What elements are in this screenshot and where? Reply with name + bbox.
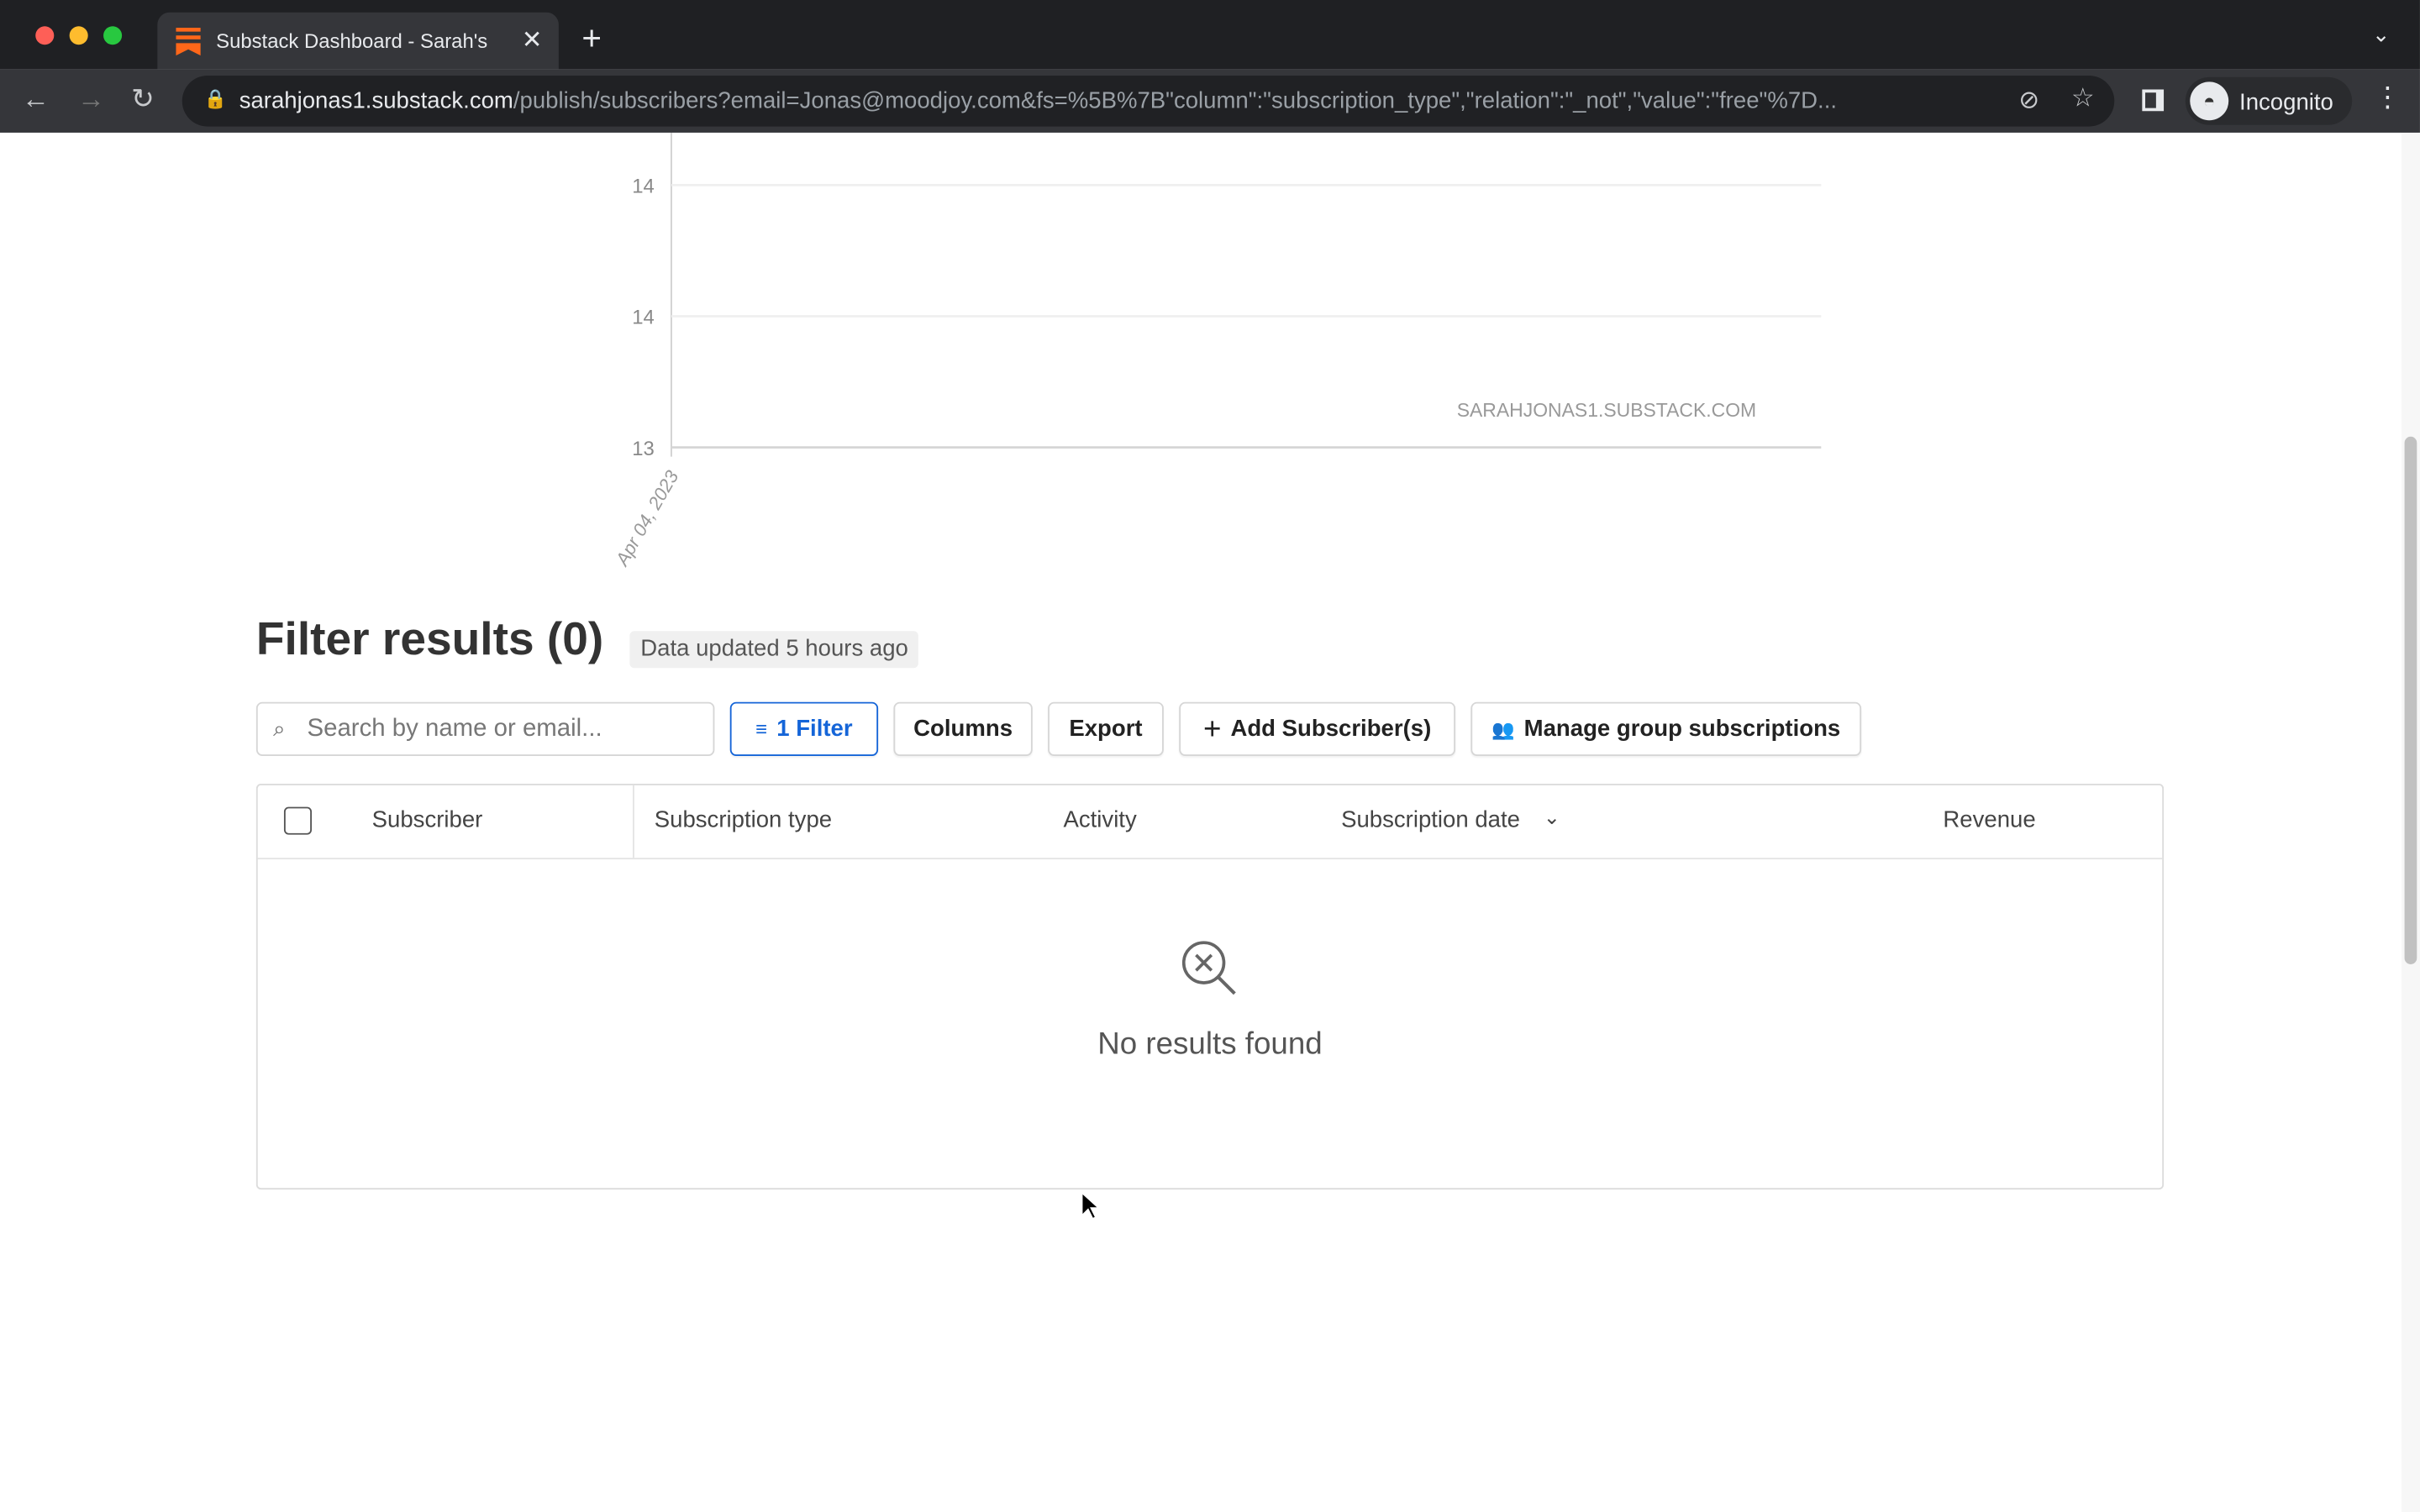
data-updated-badge: Data updated 5 hours ago (629, 631, 919, 669)
page-title: Filter results (0) (255, 614, 604, 665)
column-header-subscriber[interactable]: Subscriber (372, 807, 483, 833)
tab-bar: Substack Dashboard - Sarah's ✕ + ⌄ (0, 0, 2420, 70)
no-results-search-x-icon (1181, 941, 1236, 995)
header-divider (257, 858, 2163, 860)
url-host: sarahjonas1.substack.com (239, 87, 513, 114)
column-header-activity[interactable]: Activity (1063, 807, 1136, 833)
reload-icon[interactable]: ↻ (131, 83, 155, 116)
columns-button[interactable]: Columns (893, 701, 1033, 756)
column-header-revenue[interactable]: Revenue (1943, 807, 2035, 833)
incognito-profile-button[interactable]: ◓ Incognito (2185, 76, 2353, 125)
tab-title: Substack Dashboard - Sarah's (216, 29, 488, 53)
search-input[interactable]: ⌕ Search by name or email... (255, 701, 715, 756)
address-row: ← → ↻ 🔒 sarahjonas1.substack.com/publish… (0, 69, 2420, 133)
vertical-scrollbar[interactable] (2401, 132, 2420, 1512)
manage-group-subscriptions-button[interactable]: 👥 Manage group subscriptions (1470, 701, 1862, 756)
export-button[interactable]: Export (1048, 701, 1164, 756)
plus-icon: + (1202, 711, 1222, 747)
add-subscriber-button[interactable]: + Add Subscriber(s) (1179, 701, 1456, 756)
filter-label: 1 Filter (776, 716, 853, 743)
address-bar[interactable]: 🔒 sarahjonas1.substack.com/publish/subsc… (182, 75, 2115, 127)
new-tab-icon[interactable]: + (581, 18, 602, 59)
subscriber-chart: 14 14 13 SARAHJONAS1.SUBSTACK.COM Apr 04… (611, 132, 1822, 570)
search-placeholder: Search by name or email... (307, 716, 602, 743)
search-icon: ⌕ (273, 716, 286, 741)
substack-logo-icon (176, 28, 201, 56)
mouse-cursor-icon (1081, 1190, 1102, 1221)
sort-chevron-down-icon[interactable]: ⌄ (1544, 806, 1560, 830)
lock-icon: 🔒 (203, 87, 227, 110)
minimize-window-button[interactable] (69, 26, 88, 45)
column-header-subscription-date[interactable]: Subscription date (1341, 807, 1520, 833)
forward-icon[interactable]: → (77, 83, 105, 116)
column-header-subscription-type[interactable]: Subscription type (655, 807, 832, 833)
add-subscriber-label: Add Subscriber(s) (1230, 716, 1432, 743)
empty-state-text: No results found (1097, 1027, 1323, 1062)
select-all-checkbox[interactable] (283, 806, 313, 835)
tab-search-chevron-icon[interactable]: ⌄ (2372, 22, 2391, 48)
manage-label: Manage group subscriptions (1523, 716, 1841, 743)
back-icon[interactable]: ← (22, 83, 50, 116)
close-tab-icon[interactable]: ✕ (522, 24, 543, 55)
side-panel-icon[interactable] (2142, 89, 2165, 112)
chart-watermark: SARAHJONAS1.SUBSTACK.COM (1457, 399, 1756, 421)
menu-kebab-icon[interactable]: ⋮ (2374, 81, 2402, 114)
close-window-button[interactable] (35, 26, 55, 45)
filter-button[interactable]: ≡ 1 Filter (729, 701, 879, 756)
eye-off-icon[interactable]: ⊘ (2018, 85, 2039, 116)
scrollbar-thumb[interactable] (2404, 436, 2417, 964)
incognito-icon: ◓ (2190, 81, 2229, 121)
y-tick-label: 14 (632, 176, 655, 198)
bookmark-star-icon[interactable]: ☆ (2071, 83, 2095, 114)
y-tick-label: 14 (632, 307, 655, 329)
browser-tab[interactable]: Substack Dashboard - Sarah's ✕ (157, 12, 559, 70)
profile-label: Incognito (2239, 89, 2333, 116)
maximize-window-button[interactable] (103, 26, 123, 45)
people-icon: 👥 (1491, 717, 1515, 740)
y-tick-label: 13 (632, 438, 655, 460)
x-tick-label: Apr 04, 2023 (611, 466, 683, 570)
url-path: /publish/subscribers?email=Jonas@moodjoy… (513, 87, 1838, 114)
column-divider (633, 785, 634, 858)
filter-icon: ≡ (755, 717, 768, 741)
